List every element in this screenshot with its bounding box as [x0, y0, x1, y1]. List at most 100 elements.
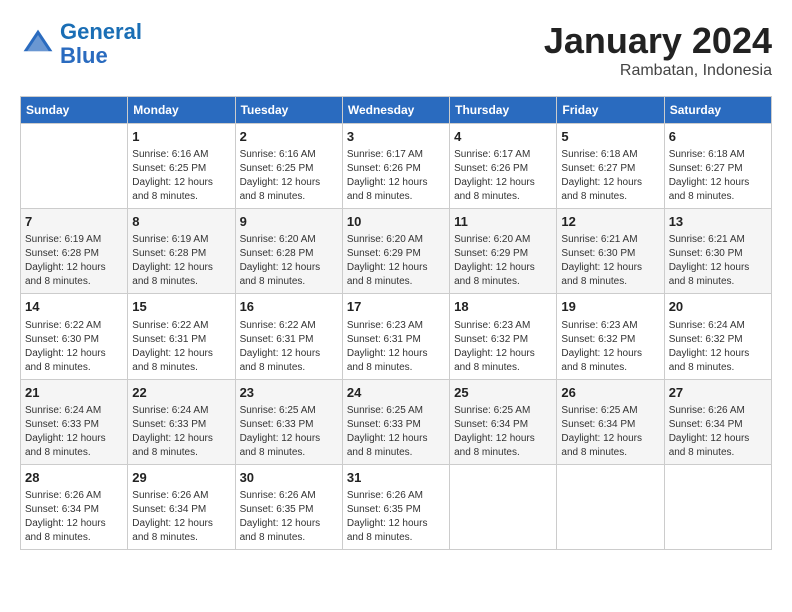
day-info: Sunrise: 6:25 AMSunset: 6:33 PMDaylight:…: [240, 404, 338, 460]
day-info: Sunrise: 6:26 AMSunset: 6:34 PMDaylight:…: [132, 489, 230, 545]
calendar-cell: 23 Sunrise: 6:25 AMSunset: 6:33 PMDayligh…: [235, 379, 342, 464]
day-number: 2: [240, 128, 338, 146]
calendar-cell: 18 Sunrise: 6:23 AMSunset: 6:32 PMDayligh…: [450, 294, 557, 379]
calendar-cell: 3 Sunrise: 6:17 AMSunset: 6:26 PMDaylight…: [342, 124, 449, 209]
day-number: 14: [25, 298, 123, 316]
calendar-cell: 13 Sunrise: 6:21 AMSunset: 6:30 PMDayligh…: [664, 209, 771, 294]
calendar-cell: 24 Sunrise: 6:25 AMSunset: 6:33 PMDayligh…: [342, 379, 449, 464]
calendar-cell: 11Sunrise: 6:20 AMSunset: 6:29 PMDayligh…: [450, 209, 557, 294]
page-header: General Blue January 2024 Rambatan, Indo…: [20, 20, 772, 80]
calendar-cell: 14 Sunrise: 6:22 AMSunset: 6:30 PMDayligh…: [21, 294, 128, 379]
logo-blue: Blue: [60, 43, 108, 68]
day-info: Sunrise: 6:19 AMSunset: 6:28 PMDaylight:…: [25, 233, 123, 289]
day-info: Sunrise: 6:17 AMSunset: 6:26 PMDaylight:…: [347, 148, 445, 204]
calendar-cell: 1 Sunrise: 6:16 AMSunset: 6:25 PMDaylight…: [128, 124, 235, 209]
col-header-sunday: Sunday: [21, 97, 128, 124]
day-number: 29: [132, 469, 230, 487]
day-info: Sunrise: 6:25 AMSunset: 6:33 PMDaylight:…: [347, 404, 445, 460]
calendar-cell: 22 Sunrise: 6:24 AMSunset: 6:33 PMDayligh…: [128, 379, 235, 464]
day-info: Sunrise: 6:22 AMSunset: 6:31 PMDaylight:…: [132, 319, 230, 375]
day-number: 24: [347, 384, 445, 402]
calendar-cell: [450, 464, 557, 549]
calendar-cell: 9Sunrise: 6:20 AMSunset: 6:28 PMDaylight…: [235, 209, 342, 294]
calendar-cell: 19 Sunrise: 6:23 AMSunset: 6:32 PMDayligh…: [557, 294, 664, 379]
day-number: 16: [240, 298, 338, 316]
col-header-saturday: Saturday: [664, 97, 771, 124]
day-info: Sunrise: 6:26 AMSunset: 6:35 PMDaylight:…: [347, 489, 445, 545]
day-info: Sunrise: 6:19 AMSunset: 6:28 PMDaylight:…: [132, 233, 230, 289]
col-header-wednesday: Wednesday: [342, 97, 449, 124]
day-number: 6: [669, 128, 767, 146]
calendar-header-row: SundayMondayTuesdayWednesdayThursdayFrid…: [21, 97, 772, 124]
day-info: Sunrise: 6:16 AMSunset: 6:25 PMDaylight:…: [132, 148, 230, 204]
calendar-cell: 15 Sunrise: 6:22 AMSunset: 6:31 PMDayligh…: [128, 294, 235, 379]
day-info: Sunrise: 6:20 AMSunset: 6:29 PMDaylight:…: [347, 233, 445, 289]
location-subtitle: Rambatan, Indonesia: [544, 62, 772, 80]
calendar-cell: 6Sunrise: 6:18 AMSunset: 6:27 PMDaylight…: [664, 124, 771, 209]
day-number: 3: [347, 128, 445, 146]
calendar-week-row: 14 Sunrise: 6:22 AMSunset: 6:30 PMDayligh…: [21, 294, 772, 379]
calendar-week-row: 21 Sunrise: 6:24 AMSunset: 6:33 PMDayligh…: [21, 379, 772, 464]
calendar-cell: 30Sunrise: 6:26 AMSunset: 6:35 PMDayligh…: [235, 464, 342, 549]
day-number: 13: [669, 213, 767, 231]
day-number: 19: [561, 298, 659, 316]
day-info: Sunrise: 6:24 AMSunset: 6:33 PMDaylight:…: [132, 404, 230, 460]
logo-icon: [20, 26, 56, 62]
calendar-cell: 28 Sunrise: 6:26 AMSunset: 6:34 PMDayligh…: [21, 464, 128, 549]
day-number: 1: [132, 128, 230, 146]
calendar-cell: [664, 464, 771, 549]
day-info: Sunrise: 6:23 AMSunset: 6:31 PMDaylight:…: [347, 319, 445, 375]
calendar-week-row: 7 Sunrise: 6:19 AMSunset: 6:28 PMDaylight…: [21, 209, 772, 294]
day-info: Sunrise: 6:24 AMSunset: 6:32 PMDaylight:…: [669, 319, 767, 375]
day-number: 28: [25, 469, 123, 487]
calendar-week-row: 1 Sunrise: 6:16 AMSunset: 6:25 PMDaylight…: [21, 124, 772, 209]
calendar-cell: 27Sunrise: 6:26 AMSunset: 6:34 PMDayligh…: [664, 379, 771, 464]
day-info: Sunrise: 6:25 AMSunset: 6:34 PMDaylight:…: [561, 404, 659, 460]
calendar-cell: 17Sunrise: 6:23 AMSunset: 6:31 PMDayligh…: [342, 294, 449, 379]
day-number: 27: [669, 384, 767, 402]
calendar-cell: 5 Sunrise: 6:18 AMSunset: 6:27 PMDaylight…: [557, 124, 664, 209]
title-block: January 2024 Rambatan, Indonesia: [544, 20, 772, 80]
day-info: Sunrise: 6:23 AMSunset: 6:32 PMDaylight:…: [561, 319, 659, 375]
day-info: Sunrise: 6:26 AMSunset: 6:35 PMDaylight:…: [240, 489, 338, 545]
calendar-cell: 26 Sunrise: 6:25 AMSunset: 6:34 PMDayligh…: [557, 379, 664, 464]
day-number: 15: [132, 298, 230, 316]
day-number: 8: [132, 213, 230, 231]
logo-text: General Blue: [60, 20, 142, 68]
calendar-cell: 7 Sunrise: 6:19 AMSunset: 6:28 PMDaylight…: [21, 209, 128, 294]
col-header-tuesday: Tuesday: [235, 97, 342, 124]
day-number: 18: [454, 298, 552, 316]
day-info: Sunrise: 6:22 AMSunset: 6:30 PMDaylight:…: [25, 319, 123, 375]
calendar-cell: 16Sunrise: 6:22 AMSunset: 6:31 PMDayligh…: [235, 294, 342, 379]
calendar-cell: 2 Sunrise: 6:16 AMSunset: 6:25 PMDaylight…: [235, 124, 342, 209]
day-number: 23: [240, 384, 338, 402]
day-number: 9: [240, 213, 338, 231]
col-header-thursday: Thursday: [450, 97, 557, 124]
day-info: Sunrise: 6:23 AMSunset: 6:32 PMDaylight:…: [454, 319, 552, 375]
day-number: 21: [25, 384, 123, 402]
day-info: Sunrise: 6:16 AMSunset: 6:25 PMDaylight:…: [240, 148, 338, 204]
day-number: 5: [561, 128, 659, 146]
day-info: Sunrise: 6:21 AMSunset: 6:30 PMDaylight:…: [561, 233, 659, 289]
day-number: 4: [454, 128, 552, 146]
logo: General Blue: [20, 20, 142, 68]
col-header-friday: Friday: [557, 97, 664, 124]
day-number: 10: [347, 213, 445, 231]
day-number: 7: [25, 213, 123, 231]
calendar-cell: 10 Sunrise: 6:20 AMSunset: 6:29 PMDayligh…: [342, 209, 449, 294]
calendar-cell: 12Sunrise: 6:21 AMSunset: 6:30 PMDayligh…: [557, 209, 664, 294]
day-info: Sunrise: 6:25 AMSunset: 6:34 PMDaylight:…: [454, 404, 552, 460]
day-number: 26: [561, 384, 659, 402]
day-number: 31: [347, 469, 445, 487]
calendar-cell: 21Sunrise: 6:24 AMSunset: 6:33 PMDayligh…: [21, 379, 128, 464]
day-number: 25: [454, 384, 552, 402]
day-number: 22: [132, 384, 230, 402]
day-info: Sunrise: 6:18 AMSunset: 6:27 PMDaylight:…: [561, 148, 659, 204]
day-info: Sunrise: 6:21 AMSunset: 6:30 PMDaylight:…: [669, 233, 767, 289]
day-info: Sunrise: 6:17 AMSunset: 6:26 PMDaylight:…: [454, 148, 552, 204]
day-number: 11: [454, 213, 552, 231]
day-info: Sunrise: 6:26 AMSunset: 6:34 PMDaylight:…: [25, 489, 123, 545]
calendar-cell: 4 Sunrise: 6:17 AMSunset: 6:26 PMDaylight…: [450, 124, 557, 209]
calendar-week-row: 28 Sunrise: 6:26 AMSunset: 6:34 PMDayligh…: [21, 464, 772, 549]
calendar-cell: 29 Sunrise: 6:26 AMSunset: 6:34 PMDayligh…: [128, 464, 235, 549]
